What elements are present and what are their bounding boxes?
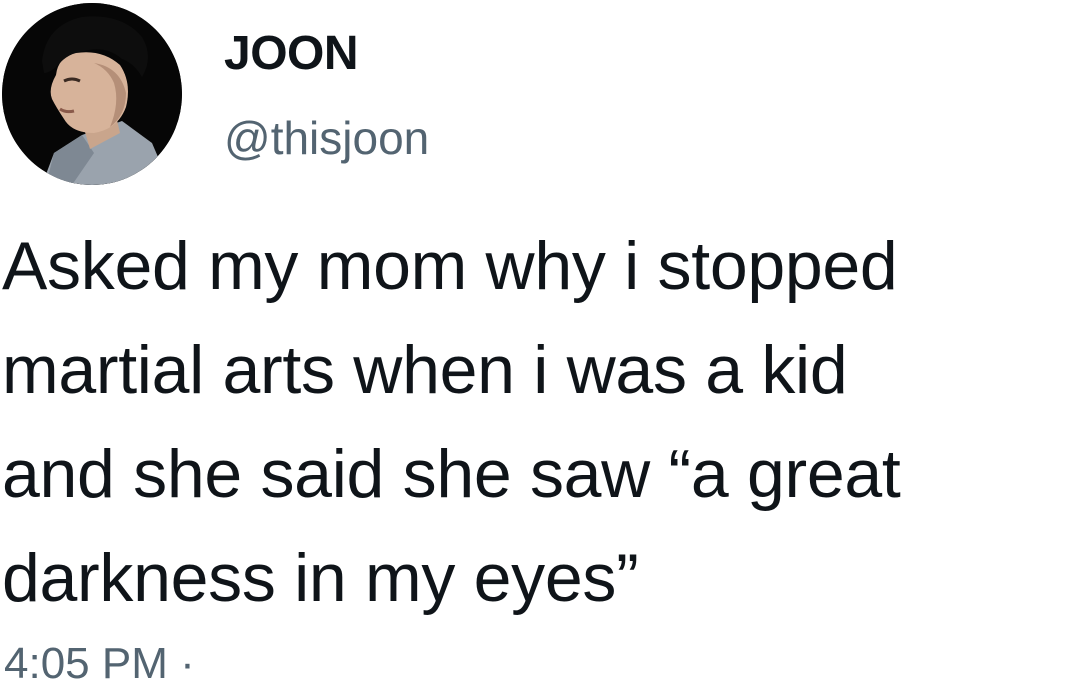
tweet-text-line: and she said she saw “a great: [2, 436, 901, 512]
tweet-text-line: martial arts when i was a kid: [2, 332, 848, 408]
user-handle[interactable]: @thisjoon: [224, 110, 429, 166]
avatar[interactable]: [2, 3, 182, 185]
tweet-meta: 4:05 PM ·: [4, 636, 195, 692]
tweet-text-line: Asked my mom why i stopped: [2, 228, 898, 304]
profile-photo-icon: [2, 3, 182, 185]
tweet-text-line: darkness in my eyes”: [2, 540, 639, 616]
tweet-timestamp[interactable]: 4:05 PM: [4, 639, 168, 688]
tweet-text: Asked my mom why i stopped martial arts …: [2, 214, 1078, 630]
display-name[interactable]: JOON: [224, 26, 359, 82]
meta-separator: ·: [180, 639, 195, 688]
tweet-card: JOON @thisjoon Asked my mom why i stoppe…: [0, 0, 1080, 691]
